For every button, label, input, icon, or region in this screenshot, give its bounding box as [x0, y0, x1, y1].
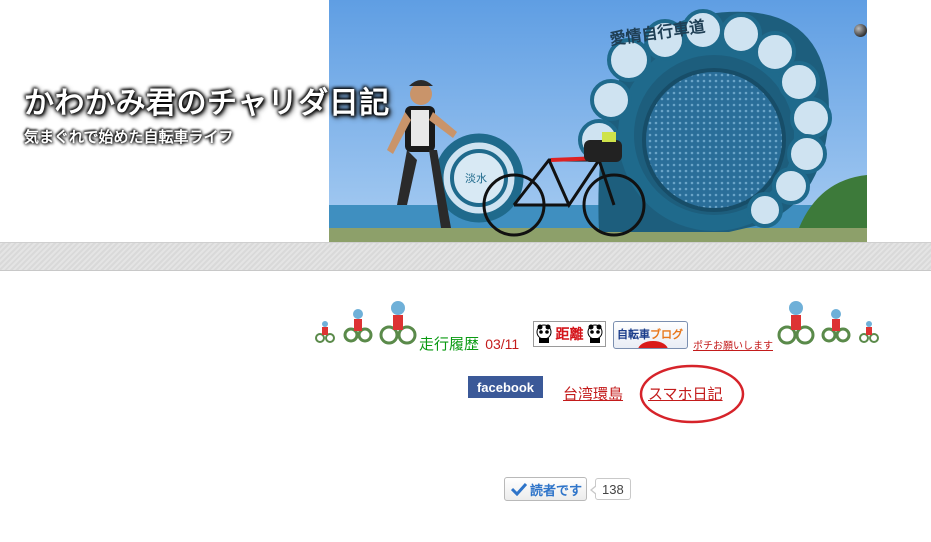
distance-badge-label: 距離 [555, 326, 584, 342]
bicycle-blog-ranking-badge[interactable]: 自転車ブログ [613, 321, 688, 349]
cyclist-sprite-icon [379, 301, 417, 345]
highlight-circle-annotation [639, 364, 745, 424]
cyclist-sprite-icon [777, 301, 815, 345]
riding-history-date: 03/11 [485, 336, 520, 352]
blog-header: 淡水 愛情自行車道 かわかみ君のチャリダ日記 気まぐれで始めた自転車ライフ [0, 0, 931, 242]
sunrise-icon [638, 341, 668, 348]
reader-button-label: 読者です [530, 482, 583, 498]
cyclist-sprite-icon [343, 309, 373, 343]
reader-count-badge: 138 [590, 478, 631, 500]
cyclist-sprite-icon [859, 321, 879, 343]
blog-badge-label: 自転車ブログ [617, 329, 683, 341]
cyclist-sprite-icon [315, 321, 335, 343]
header-divider-band [0, 242, 931, 271]
riding-history-label: 走行履歴 [419, 336, 480, 353]
cyclist-sprite-icon [821, 309, 851, 343]
taiwan-tour-link[interactable]: 台湾環島 [563, 383, 623, 404]
header-banner-photo: 淡水 愛情自行車道 [329, 0, 867, 242]
banner-scroll-knob-icon [854, 24, 867, 37]
checkmark-icon [511, 482, 527, 496]
panda-icon [536, 324, 552, 343]
please-click-link[interactable]: ポチお願いします [693, 337, 773, 352]
distance-ranking-badge[interactable]: 距離 [533, 321, 606, 347]
blog-subtitle: 気まぐれで始めた自転車ライフ [24, 129, 234, 146]
subscribe-reader-button[interactable]: 読者です [504, 477, 587, 501]
svg-text:淡水: 淡水 [465, 172, 487, 185]
facebook-button[interactable]: facebook [468, 376, 543, 398]
blog-title[interactable]: かわかみ君のチャリダ日記 [24, 78, 390, 122]
panda-icon [587, 324, 603, 343]
riding-history-link[interactable]: 走行履歴 03/11 [419, 333, 519, 354]
